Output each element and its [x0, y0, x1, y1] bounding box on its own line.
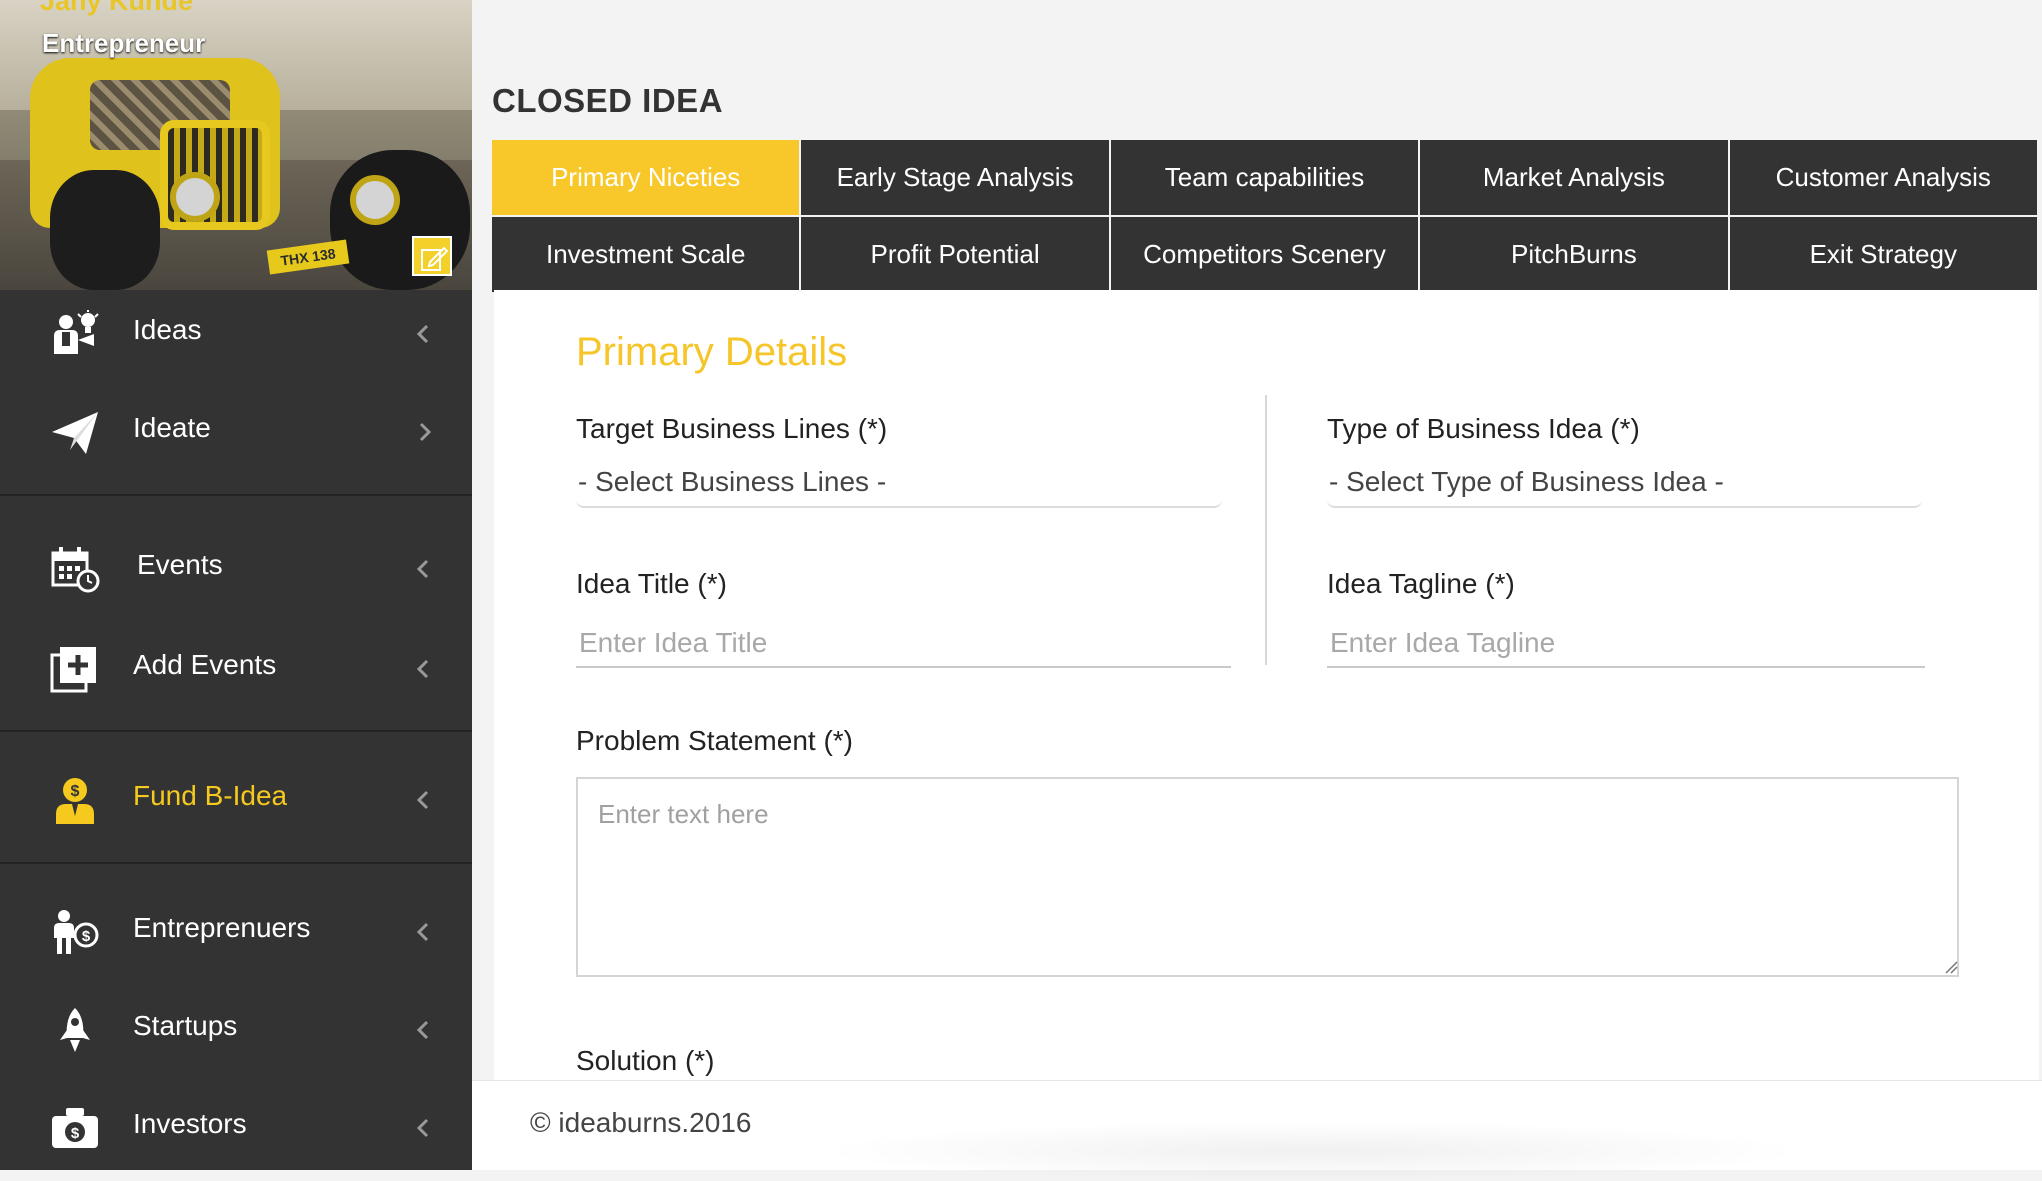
sidebar-item-label: Entreprenuers	[133, 912, 311, 943]
chevron-left-icon	[416, 659, 429, 679]
sidebar-item-entreprenuers[interactable]: $ Entreprenuers	[0, 890, 472, 974]
footer-shadow	[812, 1121, 1812, 1181]
tab-investment-scale[interactable]: Investment Scale	[492, 217, 800, 292]
idea-title-label: Idea Title (*)	[576, 568, 727, 599]
sidebar-item-ideas[interactable]: Ideas	[0, 292, 472, 376]
tab-team-capabilities[interactable]: Team capabilities	[1110, 140, 1419, 215]
svg-text:$: $	[71, 1125, 80, 1142]
sidebar-item-label: Events	[137, 549, 223, 580]
main-content: CLOSED IDEA Primary Niceties Early Stage…	[472, 0, 2042, 1181]
sidebar-item-label: Add Events	[133, 649, 277, 680]
user-name: Jany Kunde	[40, 0, 194, 16]
profile-header: THX 138 Jany Kunde Entrepreneur	[0, 0, 472, 290]
person-coin-icon: $	[54, 910, 99, 954]
tab-customer-analysis[interactable]: Customer Analysis	[1729, 140, 2037, 215]
cash-icon: $	[52, 1108, 98, 1148]
businessman-dollar-icon: $	[56, 778, 94, 824]
sidebar-divider	[0, 494, 472, 496]
tab-profit-potential[interactable]: Profit Potential	[801, 217, 1109, 292]
column-divider	[1265, 395, 1267, 665]
tab-pitchburns[interactable]: PitchBurns	[1420, 217, 1728, 292]
tab-primary-niceties[interactable]: Primary Niceties	[492, 140, 800, 215]
sidebar-item-ideate[interactable]: Ideate	[0, 390, 472, 474]
sidebar: THX 138 Jany Kunde Entrepreneur Ideas Id…	[0, 0, 472, 1170]
calendar-clock-icon	[51, 547, 100, 593]
business-type-select[interactable]: - Select Type of Business Idea -	[1327, 462, 1922, 508]
solution-label: Solution (*)	[576, 1045, 715, 1076]
problem-statement-label: Problem Statement (*)	[576, 725, 853, 756]
sidebar-item-label: Investors	[133, 1108, 247, 1139]
sidebar-divider	[0, 730, 472, 732]
sidebar-divider	[0, 862, 472, 864]
photo-headlamp	[350, 175, 400, 225]
chevron-right-icon	[419, 422, 432, 442]
sidebar-item-investors[interactable]: $ Investors	[0, 1086, 472, 1170]
tab-competitors-scenery[interactable]: Competitors Scenery	[1110, 217, 1419, 292]
section-title: Primary Details	[576, 330, 848, 374]
chevron-left-icon	[416, 559, 429, 579]
business-type-label: Type of Business Idea (*)	[1327, 413, 1640, 444]
resize-grip-icon[interactable]	[1944, 960, 1958, 974]
sidebar-item-startups[interactable]: Startups	[0, 988, 472, 1072]
idea-tagline-label: Idea Tagline (*)	[1327, 568, 1515, 599]
chevron-left-icon	[416, 790, 429, 810]
form-tabs: Primary Niceties Early Stage Analysis Te…	[492, 140, 2037, 292]
add-square-icon	[50, 647, 96, 693]
edit-icon	[421, 246, 448, 271]
footer: © ideaburns.2016	[472, 1080, 2042, 1181]
tab-early-stage-analysis[interactable]: Early Stage Analysis	[801, 140, 1109, 215]
photo-headlamp	[170, 172, 220, 222]
tab-market-analysis[interactable]: Market Analysis	[1420, 140, 1728, 215]
chevron-left-icon	[416, 324, 429, 344]
idea-title-input[interactable]	[576, 620, 1231, 668]
svg-text:$: $	[82, 928, 91, 945]
rocket-icon	[60, 1008, 90, 1052]
sidebar-item-add-events[interactable]: Add Events	[0, 627, 472, 711]
edit-profile-button[interactable]	[412, 236, 452, 276]
svg-text:$: $	[71, 783, 80, 800]
chevron-left-icon	[416, 1118, 429, 1138]
form-card: Primary Details Target Business Lines (*…	[494, 290, 2039, 1080]
user-role: Entrepreneur	[42, 28, 206, 58]
copyright-text: © ideaburns.2016	[530, 1107, 752, 1138]
idea-tagline-input[interactable]	[1327, 620, 1925, 668]
chevron-left-icon	[416, 922, 429, 942]
tab-exit-strategy[interactable]: Exit Strategy	[1729, 217, 2037, 292]
sidebar-item-fund-b-idea[interactable]: $ Fund B-Idea	[0, 758, 472, 842]
page-title: CLOSED IDEA	[492, 82, 724, 119]
photo-wheel	[50, 170, 160, 290]
sidebar-item-label: Startups	[133, 1010, 238, 1041]
chevron-left-icon	[416, 1020, 429, 1040]
idea-person-icon	[54, 310, 99, 354]
business-lines-label: Target Business Lines (*)	[576, 413, 888, 444]
business-lines-select[interactable]: - Select Business Lines -	[576, 462, 1222, 508]
sidebar-item-label: Ideas	[133, 314, 202, 345]
sidebar-item-events[interactable]: Events	[0, 527, 472, 611]
sidebar-item-label: Fund B-Idea	[133, 780, 288, 811]
sidebar-item-label: Ideate	[133, 412, 211, 443]
paper-plane-icon	[52, 412, 98, 454]
problem-statement-textarea[interactable]	[576, 777, 1959, 977]
